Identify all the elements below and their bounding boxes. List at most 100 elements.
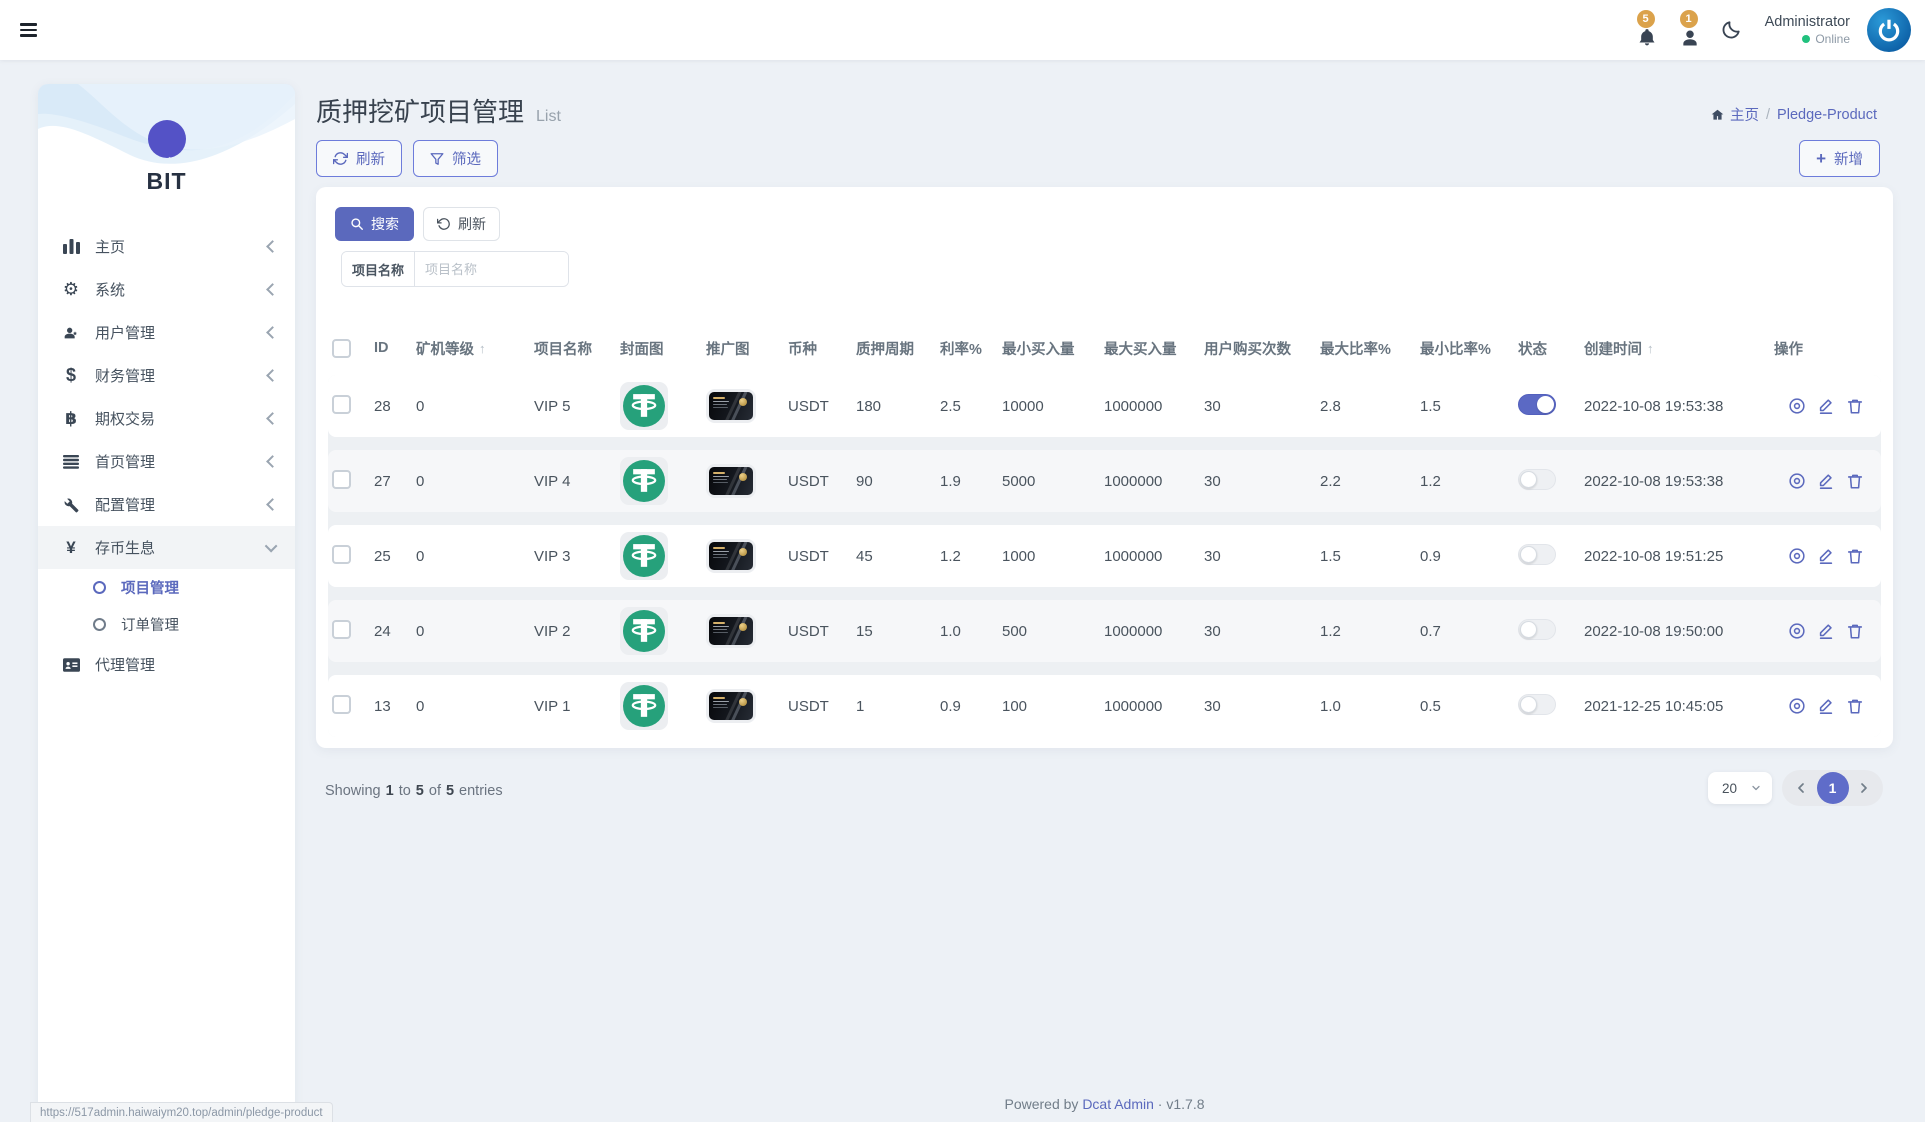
cell-rate: 1.9 xyxy=(932,473,994,490)
sidebar-item-homepage-manage[interactable]: 首页管理 xyxy=(38,440,295,483)
view-button[interactable] xyxy=(1788,397,1806,415)
promo-image[interactable] xyxy=(706,539,756,573)
status-toggle[interactable] xyxy=(1518,394,1556,415)
cover-image[interactable] xyxy=(620,457,668,505)
gear-icon: ⚙ xyxy=(60,279,82,300)
notifications-button[interactable]: 5 xyxy=(1634,10,1660,50)
cell-max-ratio: 2.2 xyxy=(1312,473,1412,490)
cell-max-buy: 1000000 xyxy=(1096,548,1196,565)
view-button[interactable] xyxy=(1788,547,1806,565)
bitcoin-icon: ฿ xyxy=(60,409,82,429)
tether-icon xyxy=(623,610,665,652)
edit-button[interactable] xyxy=(1817,547,1835,565)
sort-asc-icon[interactable]: ↑ xyxy=(479,341,486,356)
edit-button[interactable] xyxy=(1817,697,1835,715)
delete-button[interactable] xyxy=(1846,397,1864,415)
row-checkbox[interactable] xyxy=(332,545,351,564)
cell-pledge-period: 15 xyxy=(848,623,932,640)
status-toggle[interactable] xyxy=(1518,469,1556,490)
dark-mode-toggle[interactable] xyxy=(1720,19,1742,41)
delete-button[interactable] xyxy=(1846,547,1864,565)
promo-image[interactable] xyxy=(706,689,756,723)
cell-miner-level: 0 xyxy=(408,548,526,565)
promo-image[interactable] xyxy=(706,464,756,498)
current-page-button[interactable]: 1 xyxy=(1817,772,1849,804)
cell-min-buy: 5000 xyxy=(994,473,1096,490)
cover-image[interactable] xyxy=(620,682,668,730)
cell-min-buy: 10000 xyxy=(994,398,1096,415)
chart-bar-icon xyxy=(60,239,82,254)
sidebar-toggle-button[interactable] xyxy=(20,17,46,43)
edit-button[interactable] xyxy=(1817,622,1835,640)
delete-button[interactable] xyxy=(1846,622,1864,640)
filter-button[interactable]: 筛选 xyxy=(413,140,498,177)
add-button[interactable]: + 新增 xyxy=(1799,140,1880,177)
plus-icon: + xyxy=(1816,150,1826,167)
row-checkbox[interactable] xyxy=(332,620,351,639)
sidebar-item-users[interactable]: 用户管理 xyxy=(38,311,295,354)
sidebar-item-agent-manage[interactable]: 代理管理 xyxy=(38,643,295,686)
cell-min-buy: 100 xyxy=(994,698,1096,715)
view-button[interactable] xyxy=(1788,472,1806,490)
sidebar-item-config[interactable]: 配置管理 xyxy=(38,483,295,526)
row-checkbox[interactable] xyxy=(332,695,351,714)
dcat-admin-link[interactable]: Dcat Admin xyxy=(1082,1096,1154,1112)
cell-min-ratio: 1.2 xyxy=(1412,473,1510,490)
promo-banner-graphic xyxy=(709,617,753,645)
topbar: 5 1 Administrator Online xyxy=(0,0,1925,60)
chevron-left-icon xyxy=(266,240,279,253)
breadcrumb-current[interactable]: Pledge-Product xyxy=(1777,107,1877,123)
cell-project-name: VIP 4 xyxy=(526,473,612,490)
cell-max-buy: 1000000 xyxy=(1096,473,1196,490)
status-toggle[interactable] xyxy=(1518,619,1556,640)
user-info[interactable]: Administrator Online xyxy=(1765,13,1850,46)
prev-page-button[interactable] xyxy=(1793,780,1809,796)
sidebar-subitem-project-manage[interactable]: 项目管理 xyxy=(38,569,295,606)
table-row: 24 0 VIP 2 USDT 15 1.0 500 xyxy=(328,600,1881,662)
cell-miner-level: 0 xyxy=(408,623,526,640)
power-logo-icon xyxy=(1876,17,1902,43)
edit-button[interactable] xyxy=(1817,397,1835,415)
cell-id: 24 xyxy=(366,623,408,640)
refresh-button[interactable]: 刷新 xyxy=(316,140,402,177)
chevron-left-icon xyxy=(266,412,279,425)
sidebar: BIT 主页 ⚙ 系统 用户管理 xyxy=(38,84,295,1122)
cover-image[interactable] xyxy=(620,382,668,430)
sidebar-item-finance[interactable]: $ 财务管理 xyxy=(38,354,295,397)
search-button[interactable]: 搜索 xyxy=(335,207,414,241)
view-button[interactable] xyxy=(1788,697,1806,715)
promo-image[interactable] xyxy=(706,389,756,423)
messages-button[interactable]: 1 xyxy=(1677,10,1703,50)
status-toggle[interactable] xyxy=(1518,694,1556,715)
sidebar-item-options-trade[interactable]: ฿ 期权交易 xyxy=(38,397,295,440)
page-size-select[interactable]: 20 xyxy=(1708,772,1772,804)
sidebar-subitem-order-manage[interactable]: 订单管理 xyxy=(38,606,295,643)
row-checkbox[interactable] xyxy=(332,395,351,414)
sidebar-item-deposit-interest[interactable]: ¥ 存币生息 xyxy=(38,526,295,569)
cover-image[interactable] xyxy=(620,607,668,655)
edit-button[interactable] xyxy=(1817,472,1835,490)
cell-coin: USDT xyxy=(780,473,848,490)
cover-image[interactable] xyxy=(620,532,668,580)
sort-asc-icon[interactable]: ↑ xyxy=(1647,341,1654,356)
delete-button[interactable] xyxy=(1846,697,1864,715)
dollar-icon: $ xyxy=(60,365,82,386)
delete-button[interactable] xyxy=(1846,472,1864,490)
cell-min-ratio: 0.9 xyxy=(1412,548,1510,565)
project-name-input[interactable] xyxy=(415,252,569,286)
list-lines-icon xyxy=(60,455,82,469)
row-checkbox[interactable] xyxy=(332,470,351,489)
entries-summary: Showing1to5of5entries xyxy=(325,783,503,799)
breadcrumb-home-link[interactable]: 主页 xyxy=(1710,104,1759,125)
cell-max-ratio: 1.5 xyxy=(1312,548,1412,565)
sidebar-item-home[interactable]: 主页 xyxy=(38,225,295,268)
grid-refresh-button[interactable]: 刷新 xyxy=(423,207,500,241)
view-button[interactable] xyxy=(1788,622,1806,640)
status-toggle[interactable] xyxy=(1518,544,1556,565)
sidebar-item-system[interactable]: ⚙ 系统 xyxy=(38,268,295,311)
select-all-checkbox[interactable] xyxy=(332,339,351,358)
promo-image[interactable] xyxy=(706,614,756,648)
next-page-button[interactable] xyxy=(1856,780,1872,796)
avatar[interactable] xyxy=(1867,8,1911,52)
cell-id: 27 xyxy=(366,473,408,490)
